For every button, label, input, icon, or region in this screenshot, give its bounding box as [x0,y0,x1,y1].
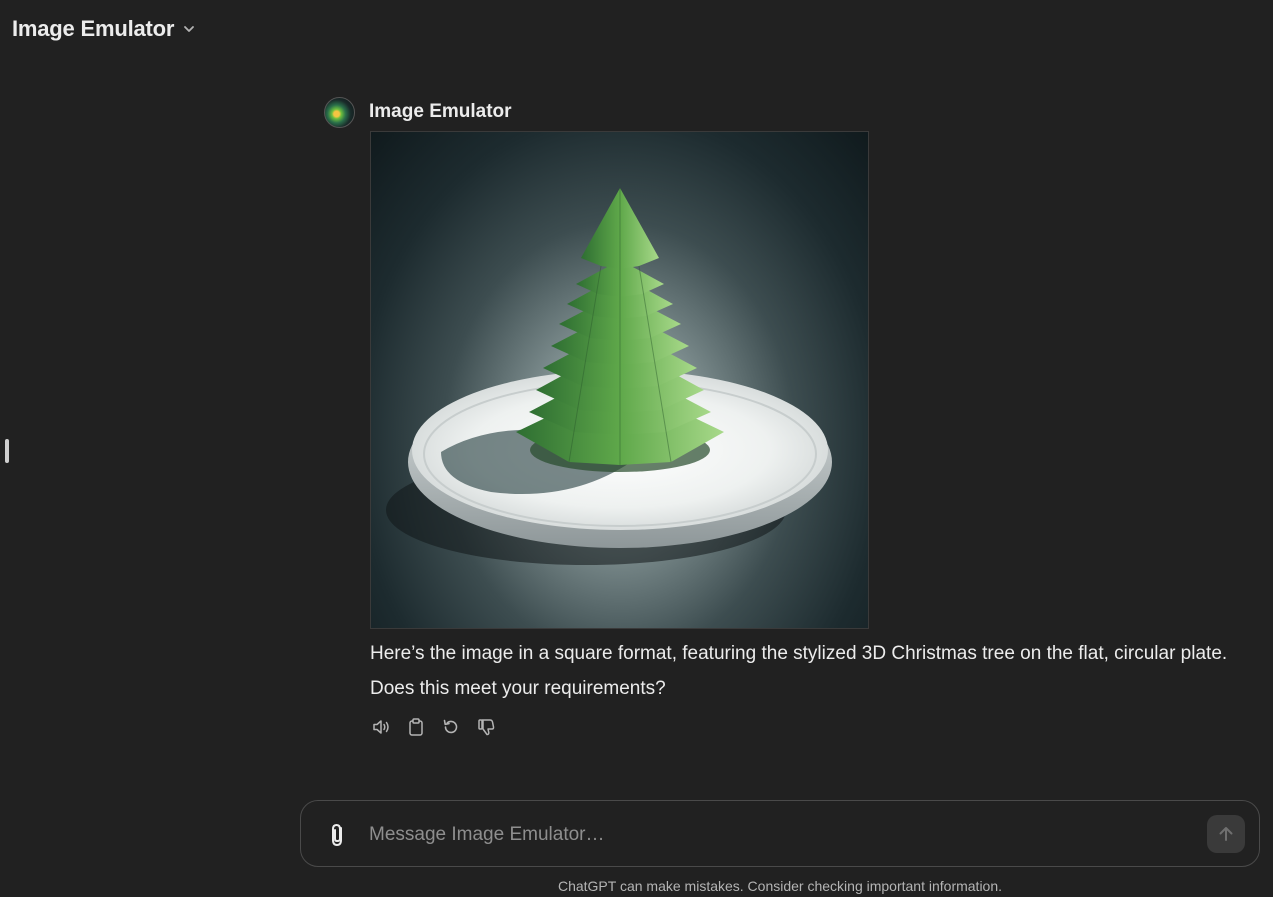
send-button[interactable] [1207,815,1245,853]
copy-button[interactable] [405,716,427,738]
assistant-message: Image Emulator Here’s the image in a squ… [324,96,1227,736]
page-title: Image Emulator [12,16,175,41]
attach-button[interactable] [325,821,351,849]
paperclip-icon [332,823,342,847]
thumbs-down-icon [478,719,495,736]
disclaimer-text: ChatGPT can make mistakes. Consider chec… [557,878,1003,894]
sidebar-toggle-handle[interactable] [5,439,9,463]
message-actions [370,716,497,738]
bad-response-button[interactable] [475,716,497,738]
christmas-tree-illustration [386,188,832,565]
message-text: Here’s the image in a square format, fea… [370,643,1228,699]
regenerate-button[interactable] [440,716,462,738]
refresh-icon [443,719,458,734]
sender-name: Image Emulator [369,101,512,122]
clipboard-icon [409,718,423,736]
model-switcher[interactable]: Image Emulator [12,16,196,42]
message-input[interactable] [367,817,1187,853]
arrow-up-icon [1219,827,1233,841]
read-aloud-button[interactable] [370,716,392,738]
avatar [324,96,355,128]
generated-image[interactable] [370,131,869,629]
message-composer [300,800,1260,867]
chevron-down-icon [184,26,195,32]
message-header: Image Emulator [324,96,1224,128]
speaker-icon [373,720,389,734]
